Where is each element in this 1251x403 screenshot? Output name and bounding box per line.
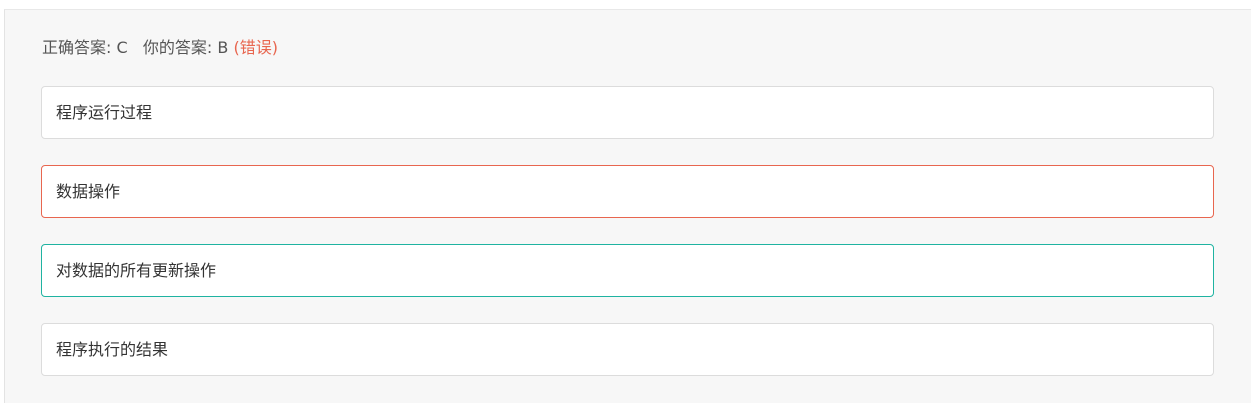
answer-status: (错误) <box>233 38 278 57</box>
option-b-label: 数据操作 <box>56 182 121 201</box>
option-a[interactable]: 程序运行过程 <box>41 86 1214 139</box>
option-a-label: 程序运行过程 <box>56 103 153 122</box>
your-answer-text: 你的答案: B <box>142 38 229 57</box>
correct-answer-text: 正确答案: C <box>42 38 128 57</box>
option-d-label: 程序执行的结果 <box>56 340 169 359</box>
question-result-panel: 正确答案: C 你的答案: B (错误) 程序运行过程 数据操作 对数据的所有更… <box>4 9 1251 403</box>
option-d[interactable]: 程序执行的结果 <box>41 323 1214 376</box>
option-c-label: 对数据的所有更新操作 <box>56 261 217 280</box>
answer-summary: 正确答案: C 你的答案: B (错误) <box>42 38 278 58</box>
option-b[interactable]: 数据操作 <box>41 165 1214 218</box>
option-c[interactable]: 对数据的所有更新操作 <box>41 244 1214 297</box>
